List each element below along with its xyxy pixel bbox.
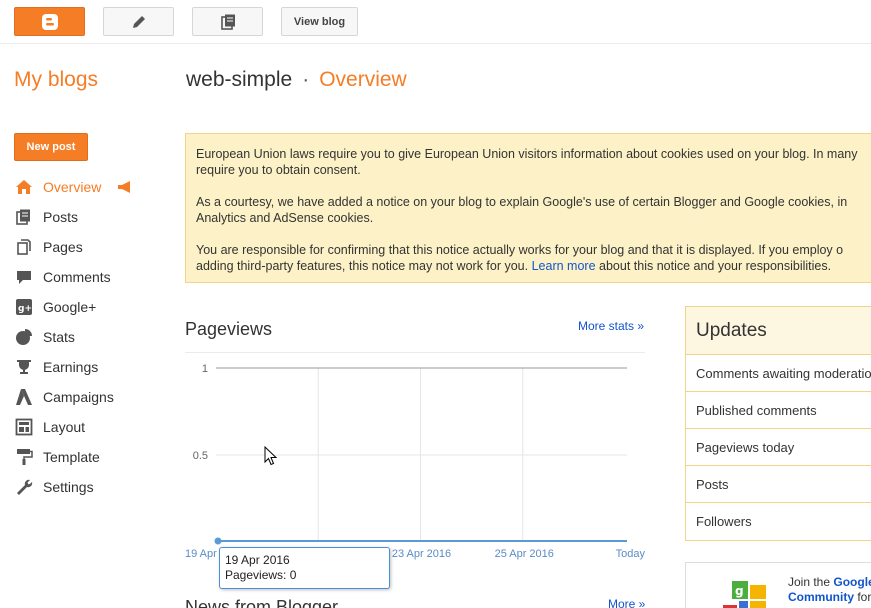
google-link[interactable]: Google [833,575,871,589]
view-blog-button[interactable]: View blog [281,7,358,36]
notice-paragraph-2: As a courtesy, we have added a notice on… [196,195,848,225]
chart-y-tick-label: 0.5 [193,450,208,462]
sidebar-item-settings[interactable]: Settings [14,472,164,502]
sidebar-item-stats[interactable]: Stats [14,322,164,352]
blogger-home-button[interactable] [14,7,85,36]
posts-toolbar-button[interactable] [192,7,263,36]
sidebar-item-label: Layout [43,419,86,435]
updates-title: Updates [686,307,871,355]
sidebar-item-label: Stats [43,329,75,345]
wrench-icon [14,477,34,497]
paint-roller-icon [14,447,34,467]
top-toolbar: View blog [0,0,871,44]
sidebar-item-label: Comments [43,269,111,285]
divider [185,352,645,353]
sidebar-item-overview[interactable]: Overview [14,172,164,202]
sidebar-item-label: Overview [43,179,102,195]
pages-icon [220,14,235,30]
sidebar-item-label: Template [43,449,100,465]
announcement-icon[interactable] [117,181,133,196]
comment-icon [14,267,34,287]
chart-x-tick-label: 25 Apr 2016 [495,548,554,560]
update-row-pageviews-today[interactable]: Pageviews today [686,429,871,466]
sidebar-item-template[interactable]: Template [14,442,164,472]
new-post-toolbar-button[interactable] [103,7,174,36]
mouse-cursor-icon [264,446,278,466]
svg-text:g: g [735,584,744,598]
pageviews-title: Pageviews [185,319,273,339]
svg-text:g+: g+ [18,304,32,314]
sidebar-nav: Overview Posts Pages Comments g+ Google+… [14,172,164,502]
sidebar-item-campaigns[interactable]: Campaigns [14,382,164,412]
posts-icon [14,207,34,227]
join-community-box: g Join the Google Community for [685,562,871,608]
more-stats-link[interactable]: More stats » [578,319,644,333]
section-name: Overview [319,68,407,91]
updates-panel: Updates Comments awaiting moderation Pub… [685,306,871,541]
pie-chart-icon [14,327,34,347]
notice-paragraph-1: European Union laws require you to give … [196,147,858,177]
sidebar-item-pages[interactable]: Pages [14,232,164,262]
news-title: News from Blogger [185,597,339,608]
update-row-followers[interactable]: Followers [686,503,871,540]
tooltip-value: Pageviews: 0 [225,568,297,582]
sidebar-item-label: Posts [43,209,79,225]
chart-x-tick-label: Today [616,548,646,560]
news-more-link[interactable]: More » [608,597,645,608]
title-separator: · [302,68,310,91]
community-blocks-icon: g [723,581,766,608]
sidebar-item-layout[interactable]: Layout [14,412,164,442]
sidebar-item-label: Campaigns [43,389,114,405]
chart-x-tick-label: 23 Apr 2016 [392,548,451,560]
pageviews-chart: 1 0.5 19 Apr 23 Apr 2016 25 Apr 2016 Today [185,363,646,560]
adwords-icon [14,387,34,407]
trophy-icon [14,357,34,377]
sidebar-item-comments[interactable]: Comments [14,262,164,292]
sidebar-item-posts[interactable]: Posts [14,202,164,232]
update-row-comments-awaiting[interactable]: Comments awaiting moderation [686,355,871,392]
update-row-published-comments[interactable]: Published comments [686,392,871,429]
layout-icon [14,417,34,437]
sidebar-item-label: Earnings [43,359,99,375]
pages-icon [14,237,34,257]
update-row-posts[interactable]: Posts [686,466,871,503]
chart-y-tick-label: 1 [202,363,208,375]
community-link[interactable]: Community [788,590,854,604]
blog-name[interactable]: web-simple [186,68,292,91]
blogger-logo-icon [41,13,58,30]
sidebar-item-label: Google+ [43,299,97,315]
sidebar-item-label: Pages [43,239,83,255]
join-community-text: Join the Google Community for [788,575,871,605]
tooltip-date: 19 Apr 2016 [225,553,290,567]
chart-point [214,537,222,545]
home-icon [14,177,34,197]
page-title: web-simple · Overview [186,68,407,92]
notice-paragraph-3: You are responsible for confirming that … [196,243,844,273]
google-plus-icon: g+ [14,297,34,317]
sidebar-item-label: Settings [43,479,94,495]
my-blogs-link[interactable]: My blogs [14,68,98,92]
learn-more-link[interactable]: Learn more [532,259,596,273]
sidebar-item-google-plus[interactable]: g+ Google+ [14,292,164,322]
chart-tooltip: 19 Apr 2016 Pageviews: 0 [219,547,390,589]
chart-x-tick-label: 19 Apr [185,548,217,560]
sidebar-item-earnings[interactable]: Earnings [14,352,164,382]
new-post-button[interactable]: New post [14,133,88,161]
pencil-icon [132,15,145,28]
eu-cookie-notice: European Union laws require you to give … [185,133,871,283]
